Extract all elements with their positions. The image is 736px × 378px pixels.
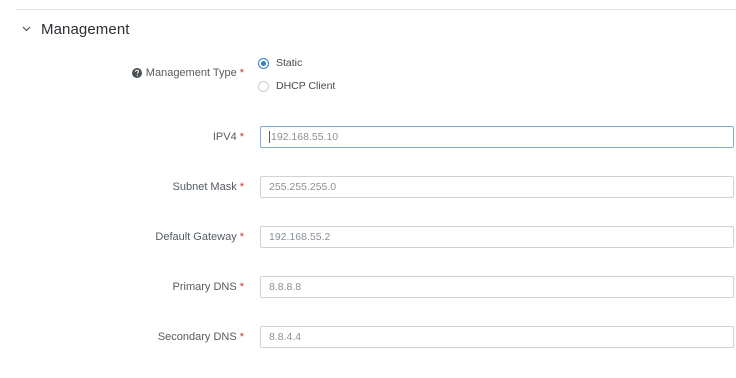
section-title: Management (41, 20, 130, 38)
radio-static-button[interactable] (258, 57, 269, 69)
question-circle-icon[interactable] (131, 68, 142, 78)
secondary-dns-label: Secondary DNS (157, 331, 237, 343)
required-marker: * (239, 131, 244, 143)
default-gateway-label: Default Gateway (155, 231, 237, 243)
chevron-down-icon (20, 23, 32, 35)
radio-static-label: Static (276, 57, 303, 69)
section-divider (16, 9, 736, 10)
primary-dns-label-group: Primary DNS * (173, 281, 244, 293)
required-marker: * (239, 181, 244, 193)
default-gateway-input[interactable]: 192.168.55.2 (260, 226, 734, 248)
radio-dhcp-client-button[interactable] (258, 80, 269, 92)
ipv4-label-group: IPV4 * (213, 131, 244, 143)
required-marker: * (239, 281, 244, 293)
required-marker: * (239, 231, 244, 243)
subnet-mask-input[interactable]: 255.255.255.0 (260, 176, 734, 198)
primary-dns-value: 8.8.8.8 (269, 281, 302, 293)
default-gateway-value: 192.168.55.2 (269, 231, 331, 243)
subnet-mask-label: Subnet Mask (172, 181, 237, 193)
text-cursor (269, 131, 270, 143)
radio-static[interactable]: Static (258, 57, 302, 69)
secondary-dns-input[interactable]: 8.8.4.4 (260, 326, 734, 348)
subnet-mask-label-group: Subnet Mask * (173, 181, 244, 193)
management-type-label: Management Type (145, 67, 237, 79)
ipv4-value: 192.168.55.10 (271, 131, 339, 143)
radio-dhcp-client[interactable]: DHCP Client (258, 80, 335, 92)
secondary-dns-value: 8.8.4.4 (269, 331, 302, 343)
subnet-mask-value: 255.255.255.0 (269, 181, 337, 193)
management-section-toggle[interactable]: Management (20, 18, 130, 40)
required-marker: * (239, 67, 244, 79)
ipv4-input[interactable]: 192.168.55.10 (260, 126, 734, 148)
secondary-dns-label-group: Secondary DNS * (158, 331, 244, 343)
management-type-label-group: Management Type * (131, 66, 244, 80)
required-marker: * (239, 331, 244, 343)
primary-dns-label: Primary DNS (172, 281, 237, 293)
radio-dhcp-client-label: DHCP Client (276, 80, 336, 92)
primary-dns-input[interactable]: 8.8.8.8 (260, 276, 734, 298)
default-gateway-label-group: Default Gateway * (155, 231, 244, 243)
ipv4-label: IPV4 (212, 131, 237, 143)
